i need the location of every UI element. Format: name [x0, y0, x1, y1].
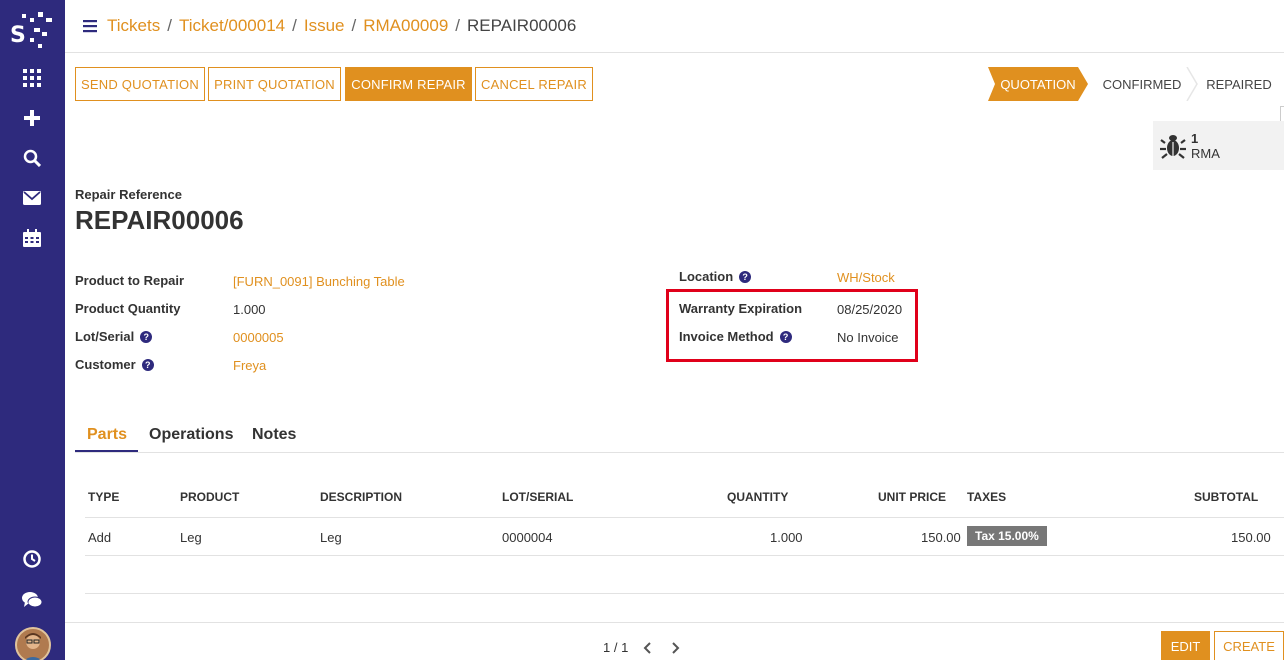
chevron-right-icon[interactable]	[669, 641, 681, 655]
search-icon[interactable]	[20, 146, 44, 170]
repair-reference-label: Repair Reference	[75, 187, 182, 202]
footer-divider	[65, 622, 1284, 623]
sidebar: S	[0, 0, 65, 660]
print-quotation-button[interactable]: PRINT QUOTATION	[208, 67, 341, 101]
plus-icon[interactable]	[20, 106, 44, 130]
apps-grid-icon[interactable]	[20, 66, 44, 90]
active-tab-indicator	[75, 450, 138, 452]
tabs-divider	[75, 452, 1284, 453]
avatar[interactable]	[15, 627, 51, 660]
help-icon[interactable]: ?	[739, 270, 752, 283]
help-icon[interactable]: ?	[140, 330, 153, 343]
lot-serial-label: Lot/Serial?	[75, 329, 153, 344]
column-description[interactable]: DESCRIPTION	[320, 490, 402, 504]
cell-quantity: 1.000	[770, 530, 803, 545]
breadcrumb-tickets[interactable]: Tickets	[107, 16, 160, 35]
column-type[interactable]: TYPE	[88, 490, 119, 504]
breadcrumb-issue[interactable]: Issue	[304, 16, 345, 35]
product-value[interactable]: [FURN_0091] Bunching Table	[233, 274, 405, 289]
quantity-value: 1.000	[233, 302, 266, 317]
column-product[interactable]: PRODUCT	[180, 490, 239, 504]
column-taxes[interactable]: TAXES	[967, 490, 1006, 504]
status-separator-icon	[1186, 67, 1198, 101]
rma-label: RMA	[1191, 146, 1220, 161]
cell-product: Leg	[180, 530, 202, 545]
tab-parts[interactable]: Parts	[87, 426, 127, 444]
create-button[interactable]: CREATE	[1214, 631, 1284, 660]
cell-lot-serial: 0000004	[502, 530, 553, 545]
tab-operations[interactable]: Operations	[149, 426, 233, 444]
mail-icon[interactable]	[20, 186, 44, 210]
status-quotation[interactable]: QUOTATION	[988, 67, 1088, 101]
table-header-divider	[85, 517, 1284, 518]
column-unit-price[interactable]: UNIT PRICE	[878, 490, 946, 504]
table-row-divider	[85, 555, 1284, 556]
breadcrumb-ticket[interactable]: Ticket/000014	[179, 16, 285, 35]
status-repaired[interactable]: REPAIRED	[1200, 67, 1278, 101]
breadcrumb: Tickets / Ticket/000014/Issue / RMA00009/REP…	[107, 16, 577, 35]
lot-serial-value[interactable]: 0000005	[233, 330, 284, 345]
repair-reference-title: REPAIR00006	[75, 205, 244, 235]
bug-icon	[1159, 131, 1187, 159]
cell-description: Leg	[320, 530, 342, 545]
breadcrumb-current: REPAIR00006	[467, 16, 577, 35]
customer-label: Customer?	[75, 357, 154, 372]
send-quotation-button[interactable]: SEND QUOTATION	[75, 67, 205, 101]
cell-unit-price: 150.00	[921, 530, 961, 545]
help-icon[interactable]: ?	[141, 358, 154, 371]
cell-type: Add	[88, 530, 112, 545]
breadcrumb-rma[interactable]: RMA00009	[363, 16, 448, 35]
chevron-left-icon[interactable]	[642, 641, 654, 655]
rma-count: 1	[1191, 131, 1199, 146]
app-logo-icon[interactable]: S	[8, 8, 58, 52]
quantity-label: Product Quantity	[75, 301, 181, 316]
menu-toggle-icon[interactable]	[83, 19, 97, 33]
pager-value: 1 / 1	[603, 640, 629, 655]
chat-icon[interactable]	[20, 588, 44, 612]
rma-smart-button[interactable]: 1 RMA	[1153, 121, 1284, 170]
column-subtotal[interactable]: SUBTOTAL	[1194, 490, 1258, 504]
location-label: Location?	[679, 269, 752, 284]
status-confirmed[interactable]: CONFIRMED	[1092, 67, 1192, 101]
highlight-box	[666, 289, 918, 362]
clock-icon[interactable]	[20, 547, 44, 571]
svg-text:S: S	[10, 23, 26, 48]
tab-notes[interactable]: Notes	[252, 426, 296, 444]
confirm-repair-button[interactable]: CONFIRM REPAIR	[345, 67, 472, 101]
column-quantity[interactable]: QUANTITY	[727, 490, 788, 504]
location-value[interactable]: WH/Stock	[837, 270, 895, 285]
tax-badge: Tax 15.00%	[967, 526, 1047, 546]
calendar-icon[interactable]	[20, 226, 44, 250]
cell-subtotal: 150.00	[1231, 530, 1271, 545]
cancel-repair-button[interactable]: CANCEL REPAIR	[475, 67, 593, 101]
column-lot-serial[interactable]: LOT/SERIAL	[502, 490, 573, 504]
top-bar: Tickets / Ticket/000014/Issue / RMA00009/REP…	[65, 0, 1284, 53]
edit-button[interactable]: EDIT	[1161, 631, 1210, 660]
table-footer-divider	[85, 593, 1284, 594]
product-label: Product to Repair	[75, 273, 185, 288]
customer-value[interactable]: Freya	[233, 358, 266, 373]
